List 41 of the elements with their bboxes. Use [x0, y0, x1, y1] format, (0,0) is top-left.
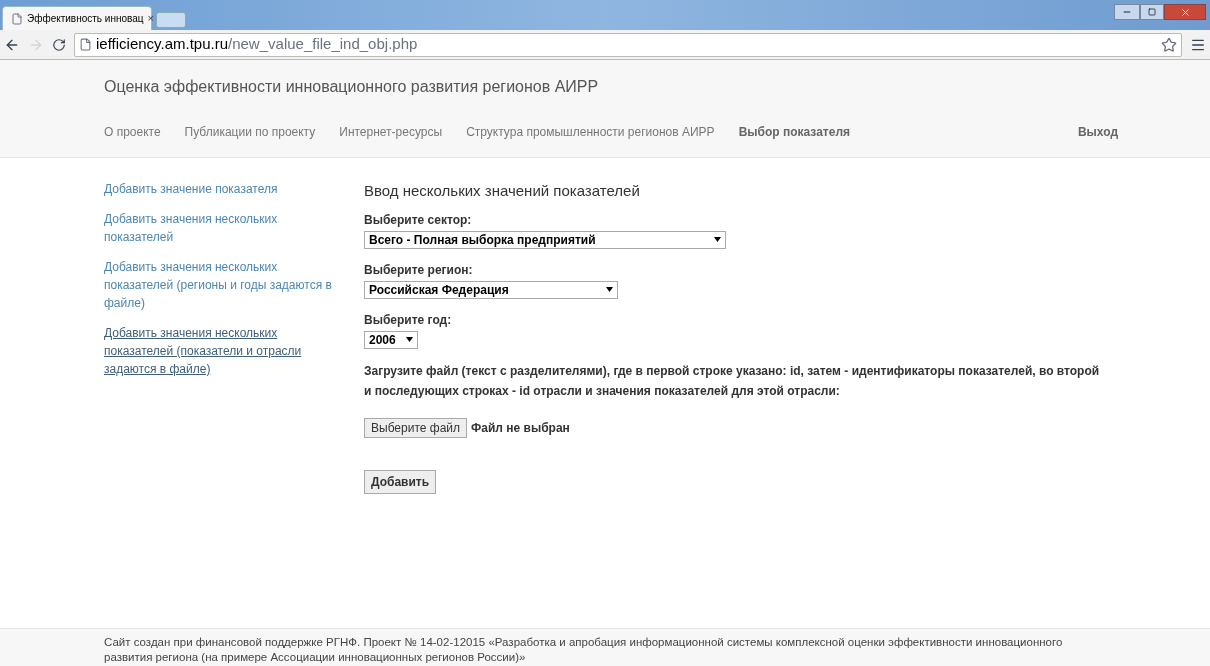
nav-link[interactable]: Выбор показателя — [738, 123, 850, 141]
sidebar-link[interactable]: Добавить значения нескольких показателей (показатели и отрасли задаются в файле) — [104, 324, 342, 378]
select-dropdown[interactable]: 2006 — [364, 330, 418, 349]
browser-tab[interactable]: Эффективность инновац × — [2, 6, 152, 30]
logout-link[interactable]: Выход — [1077, 123, 1118, 141]
nav-link[interactable]: О проекте — [104, 123, 161, 141]
sidebar-link[interactable]: Добавить значения нескольких показателей — [104, 210, 342, 246]
instructions-text: Загрузите файл (текст с разделителями), где в первой строке указано: id, затем - идентификаторы показателей, во второй и последующих строках - id отрасли и значения показателей для этой отрасли: — [364, 362, 1101, 400]
bookmark-star-icon[interactable] — [1161, 36, 1177, 53]
field-label: Выберите год: — [364, 311, 452, 329]
select-dropdown[interactable]: Всего - Полная выборка предприятий — [364, 230, 726, 249]
nav-link[interactable]: Интернет-ресурсы — [339, 123, 443, 141]
address-bar[interactable]: iefficiency.am.tpu.ru/new_value_file_ind_obj.php — [74, 32, 1182, 57]
tab-close-button[interactable]: × — [147, 10, 154, 27]
field-label: Выберите сектор: — [364, 211, 472, 229]
reload-icon[interactable] — [52, 37, 66, 52]
file-status: Файл не выбран — [471, 419, 570, 437]
sidebar-link[interactable]: Добавить значения нескольких показателей (регионы и годы задаются в файле) — [104, 258, 342, 312]
dropdown-arrow-icon — [714, 237, 721, 242]
tab-title: Эффективность инновац — [27, 12, 144, 26]
close-button[interactable] — [1164, 4, 1206, 20]
minimize-button[interactable] — [1114, 4, 1140, 20]
new-tab-button[interactable] — [156, 12, 186, 28]
field-label: Выберите регион: — [364, 261, 473, 279]
url-text: iefficiency.am.tpu.ru/new_value_file_ind_obj.php — [96, 34, 418, 55]
page-icon — [11, 12, 23, 25]
close-icon — [1179, 6, 1191, 18]
nav-link[interactable]: Публикации по проекту — [184, 123, 316, 141]
form-heading: Ввод нескольких значений показателей — [364, 181, 640, 201]
nav-link[interactable]: Структура промышленности регионов АИРР — [466, 123, 715, 141]
sidebar-link[interactable]: Добавить значение показателя — [104, 180, 342, 198]
dropdown-arrow-icon — [606, 287, 613, 292]
site-title: Оценка эффективности инновационного развития регионов АИРР — [104, 77, 600, 97]
select-dropdown[interactable]: Российская Федерация — [364, 280, 618, 299]
page-icon — [79, 38, 92, 51]
dropdown-arrow-icon — [406, 337, 413, 342]
add-button[interactable]: Добавить — [364, 469, 437, 494]
footer-text: Сайт создан при финансовой поддержке РГНФ. Проект № 14-02-12015 «Разработка и апробация информационной системы комплексной оценки эффективности инновационного развития региона (на примере Ассоциации инновационных регионов России)» — [104, 635, 1064, 665]
choose-file-button[interactable]: Выберите файл — [364, 417, 468, 438]
maximize-button[interactable] — [1140, 4, 1164, 20]
maximize-icon — [1148, 8, 1156, 16]
